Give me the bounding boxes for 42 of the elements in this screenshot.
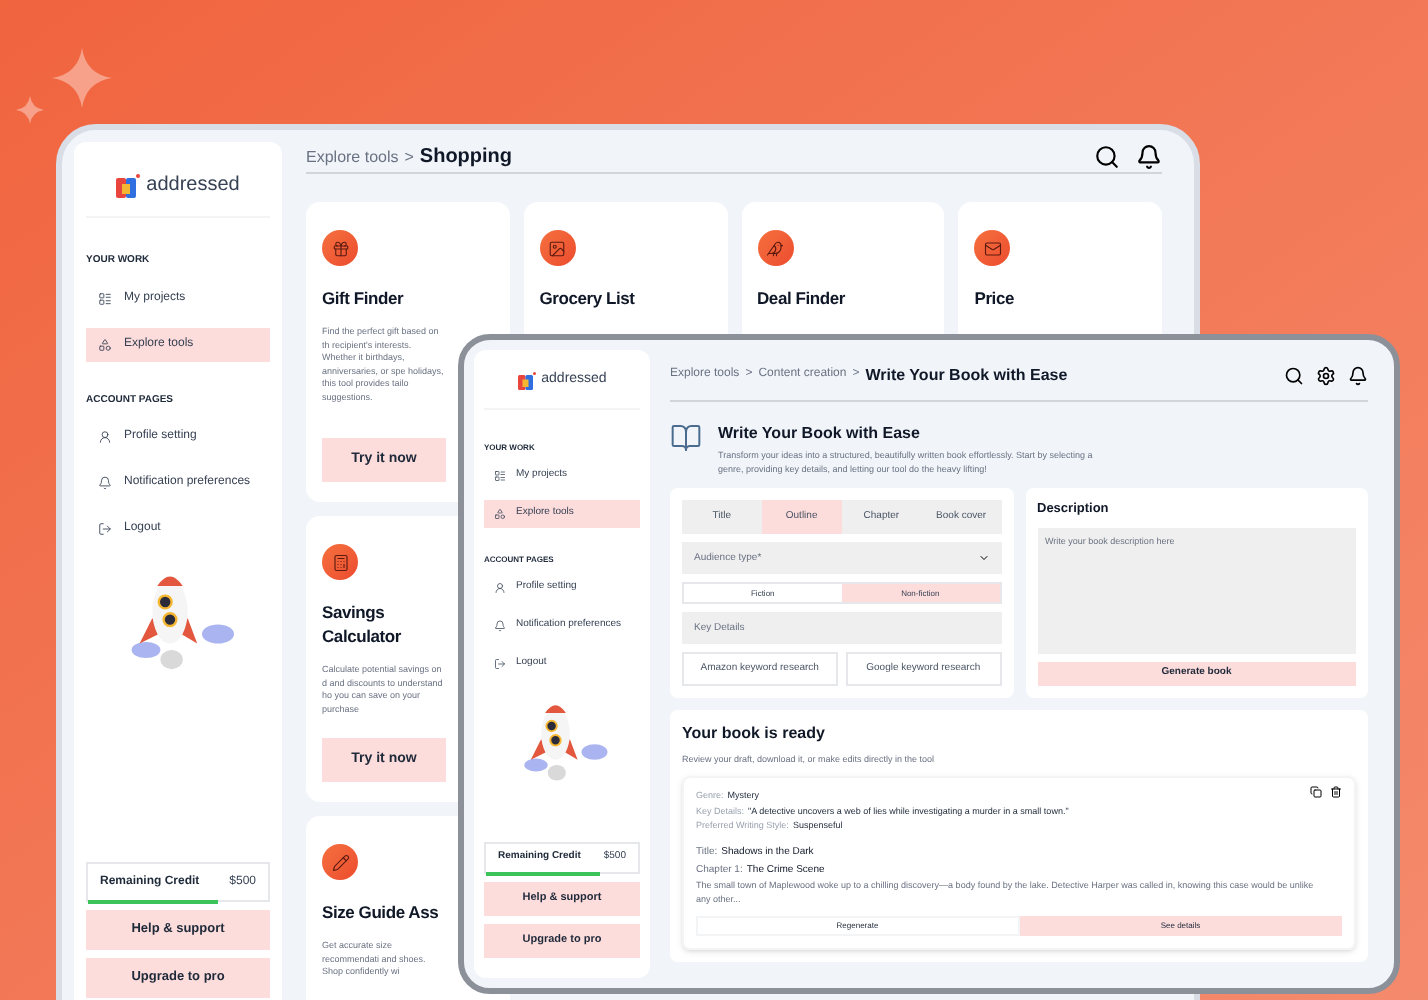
settings-icon[interactable]	[1316, 365, 1336, 385]
bell-icon[interactable]	[1348, 365, 1368, 385]
logo-icon	[116, 173, 141, 197]
sparkle-icon	[52, 48, 112, 108]
card-title: Deal Finder	[757, 286, 845, 310]
shapes-icon	[494, 507, 506, 519]
bell-icon	[98, 476, 112, 490]
breadcrumb-current: Write Your Book with Ease	[865, 363, 1068, 387]
image-icon	[548, 239, 567, 257]
copy-icon[interactable]	[1310, 785, 1322, 798]
bird-icon	[766, 239, 784, 257]
list-icon	[98, 291, 112, 305]
card-title: Price	[974, 286, 1014, 310]
gift-icon	[331, 239, 349, 257]
bell-icon[interactable]	[1136, 144, 1162, 170]
logout-icon	[98, 522, 112, 536]
logo-icon	[517, 371, 536, 390]
caret-icon	[977, 552, 989, 564]
breadcrumb-separator: >	[404, 145, 414, 169]
search-icon[interactable]	[1094, 144, 1120, 170]
sparkle-icon	[16, 96, 44, 124]
list-icon	[494, 469, 506, 481]
pencil-icon	[331, 853, 349, 871]
user-icon	[98, 430, 112, 444]
bell-icon	[494, 619, 506, 631]
calculator-icon	[331, 553, 349, 571]
user-icon	[494, 581, 506, 593]
breadcrumb-current: Shopping	[419, 144, 513, 172]
card-title: Gift Finder	[322, 286, 404, 310]
book-icon	[670, 422, 702, 454]
mail-icon	[983, 239, 1002, 257]
card-title: Savings Calculator	[322, 600, 403, 648]
card-title: Size Guide Ass	[322, 900, 439, 924]
trash-icon[interactable]	[1330, 785, 1342, 798]
shapes-icon	[98, 337, 112, 351]
logo-text: addressed	[146, 172, 240, 200]
card-title: Grocery List	[539, 286, 635, 310]
result-title: Your book is ready	[682, 722, 827, 746]
breadcrumb-link[interactable]: Explore tools	[306, 145, 399, 169]
logout-icon	[494, 657, 506, 669]
search-icon[interactable]	[1284, 365, 1304, 385]
page-title: Write Your Book with Ease	[718, 422, 922, 446]
